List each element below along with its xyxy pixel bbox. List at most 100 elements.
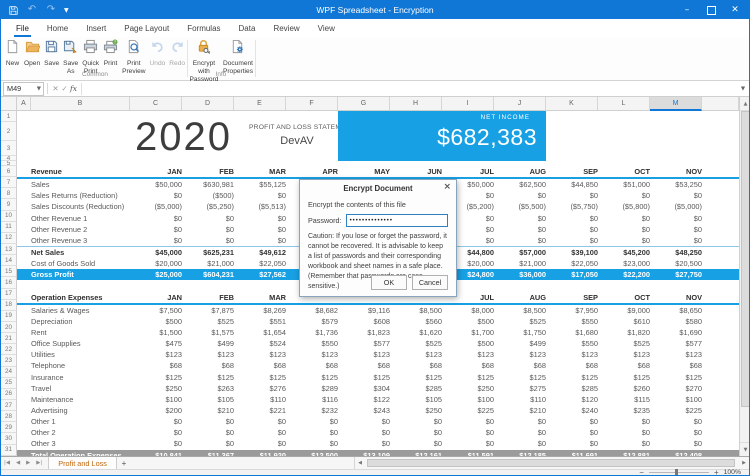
quick-print-button[interactable]: Quick Print	[80, 37, 101, 76]
vertical-scroll-thumb[interactable]	[741, 111, 750, 407]
cell[interactable]: JAN	[130, 166, 182, 178]
scroll-right-icon[interactable]: ▶	[739, 460, 749, 466]
cell[interactable]	[17, 201, 31, 212]
cell[interactable]: $123	[286, 349, 338, 360]
row-header-29[interactable]: 29	[1, 422, 17, 433]
cell[interactable]: $525	[598, 338, 650, 349]
cell[interactable]: $524	[234, 338, 286, 349]
cell[interactable]: $580	[650, 316, 702, 327]
cell[interactable]: Other Revenue 2	[31, 224, 130, 235]
cell[interactable]: $45,200	[598, 246, 650, 258]
cell[interactable]: $8,269	[234, 304, 286, 316]
cancel-button[interactable]: Cancel	[412, 275, 448, 290]
cell[interactable]: $276	[234, 383, 286, 394]
cell[interactable]: $20,000	[130, 258, 182, 269]
cell[interactable]: NOV	[650, 292, 702, 304]
cell[interactable]: $0	[130, 190, 182, 201]
cell[interactable]	[702, 316, 739, 327]
cell[interactable]: $0	[494, 427, 546, 438]
cell[interactable]	[650, 280, 702, 291]
cell[interactable]: $125	[546, 372, 598, 383]
cell[interactable]: $0	[442, 427, 494, 438]
cell[interactable]: $51,000	[598, 178, 650, 190]
company-name-cell[interactable]: DevAV	[249, 135, 345, 147]
cell[interactable]	[546, 280, 598, 291]
cell[interactable]: $68	[390, 360, 442, 371]
formula-input[interactable]	[81, 83, 737, 95]
cell[interactable]: $210	[494, 405, 546, 416]
cell[interactable]: $21,000	[182, 258, 234, 269]
cell[interactable]: $25,000	[130, 269, 182, 280]
cell[interactable]: $0	[182, 213, 234, 224]
cell[interactable]: $1,823	[338, 327, 390, 338]
cell[interactable]	[17, 372, 31, 383]
cell[interactable]: $125	[390, 372, 442, 383]
cell[interactable]: Office Supplies	[31, 338, 130, 349]
cell[interactable]: $1,680	[546, 327, 598, 338]
next-sheet-icon[interactable]: ▶	[23, 460, 33, 466]
cell[interactable]: $20,500	[650, 258, 702, 269]
cell[interactable]: $270	[650, 383, 702, 394]
cell[interactable]: $8,650	[650, 304, 702, 316]
cell[interactable]	[702, 235, 739, 247]
redo-icon[interactable]: ↷	[45, 4, 57, 16]
net-income-box[interactable]: NET INCOME $682,383	[338, 111, 546, 161]
cell[interactable]: $0	[390, 438, 442, 449]
cell[interactable]: $125	[494, 372, 546, 383]
cell[interactable]: $475	[130, 338, 182, 349]
open-button[interactable]: Open	[22, 37, 42, 68]
cell[interactable]	[702, 178, 739, 190]
cell[interactable]: $608	[338, 316, 390, 327]
cell[interactable]: $225	[442, 405, 494, 416]
cell[interactable]: $0	[182, 438, 234, 449]
cell[interactable]: $0	[546, 224, 598, 235]
cell[interactable]: $39,100	[546, 246, 598, 258]
cell[interactable]: APR	[286, 166, 338, 178]
cell[interactable]: $285	[546, 383, 598, 394]
cell[interactable]: $100	[442, 394, 494, 405]
minimize-icon[interactable]: –	[675, 1, 699, 19]
scroll-left-icon[interactable]: ◀	[355, 460, 365, 466]
cell[interactable]: $577	[338, 338, 390, 349]
cell[interactable]	[702, 246, 739, 258]
cell[interactable]: $0	[130, 416, 182, 427]
cell[interactable]: $0	[182, 416, 234, 427]
cell[interactable]	[702, 383, 739, 394]
cell[interactable]: $577	[650, 338, 702, 349]
row-header-13[interactable]: 13	[1, 244, 17, 255]
cell[interactable]	[702, 166, 739, 178]
cell[interactable]: JUN	[390, 166, 442, 178]
row-header-8[interactable]: 8	[1, 188, 17, 199]
cell[interactable]	[702, 405, 739, 416]
column-header-J[interactable]: J	[494, 97, 546, 111]
cell[interactable]: ($5,513)	[234, 201, 286, 212]
cell[interactable]: $0	[598, 190, 650, 201]
column-header-E[interactable]: E	[234, 97, 286, 111]
row-header-15[interactable]: 15	[1, 266, 17, 277]
cell[interactable]: $0	[650, 224, 702, 235]
cell[interactable]: JUL	[442, 166, 494, 178]
cell[interactable]	[702, 258, 739, 269]
cell[interactable]: $0	[650, 190, 702, 201]
cell[interactable]	[702, 190, 739, 201]
cell[interactable]	[702, 427, 739, 438]
cell[interactable]	[17, 438, 31, 449]
ribbon-tab-view[interactable]: View	[309, 19, 344, 37]
column-header-L[interactable]: L	[598, 97, 650, 111]
cell[interactable]: $125	[130, 372, 182, 383]
cell[interactable]: $36,000	[494, 269, 546, 280]
cell[interactable]: Cost of Goods Sold	[31, 258, 130, 269]
cell[interactable]	[182, 280, 234, 291]
cell[interactable]: $500	[442, 316, 494, 327]
row-header-14[interactable]: 14	[1, 255, 17, 266]
cell[interactable]	[494, 280, 546, 291]
cell[interactable]: $285	[390, 383, 442, 394]
column-header-H[interactable]: H	[390, 97, 442, 111]
cell[interactable]: $0	[130, 224, 182, 235]
cell[interactable]: $68	[598, 360, 650, 371]
formula-bar-expand-icon[interactable]: ▼	[737, 86, 749, 92]
cell[interactable]: $525	[390, 338, 442, 349]
cell[interactable]: $304	[338, 383, 390, 394]
cell[interactable]	[702, 416, 739, 427]
cell[interactable]: $0	[234, 190, 286, 201]
